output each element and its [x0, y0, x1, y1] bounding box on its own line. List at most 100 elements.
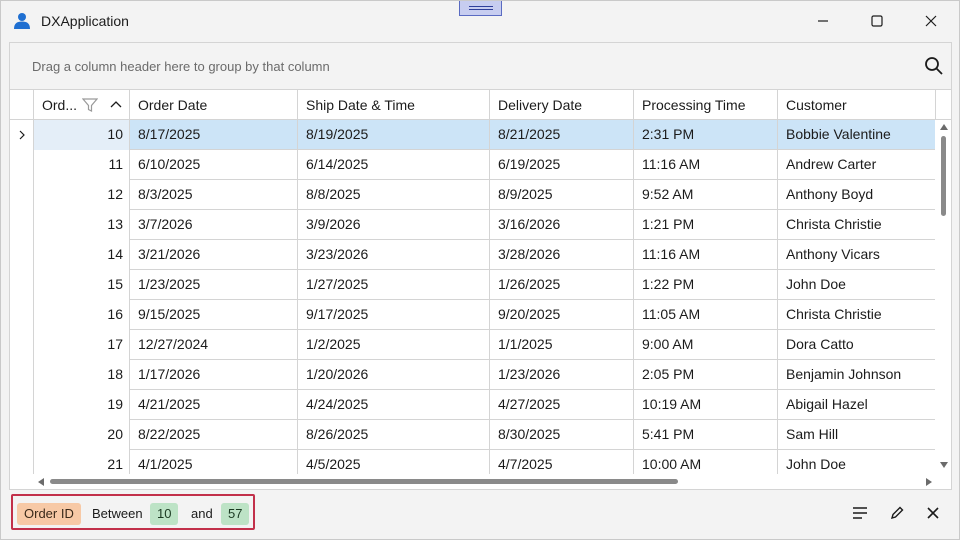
- vertical-scroll-thumb[interactable]: [941, 136, 946, 216]
- column-header-ship-date[interactable]: Ship Date & Time: [298, 90, 490, 120]
- row-indicator[interactable]: [10, 210, 34, 240]
- cell-processing-time[interactable]: 9:00 AM: [634, 330, 778, 360]
- cell-delivery-date[interactable]: 1/1/2025: [490, 330, 634, 360]
- cell-order-date[interactable]: 6/10/2025: [130, 150, 298, 180]
- table-row[interactable]: 17 12/27/2024 1/2/2025 1/1/2025 9:00 AM Dora …: [10, 330, 935, 360]
- row-indicator[interactable]: [10, 420, 34, 450]
- cell-order-id[interactable]: 21: [34, 450, 130, 474]
- cell-ship-date[interactable]: 9/17/2025: [298, 300, 490, 330]
- cell-ship-date[interactable]: 1/2/2025: [298, 330, 490, 360]
- cell-processing-time[interactable]: 5:41 PM: [634, 420, 778, 450]
- row-indicator[interactable]: [10, 240, 34, 270]
- cell-order-id[interactable]: 10: [34, 120, 130, 150]
- cell-processing-time[interactable]: 11:16 AM: [634, 150, 778, 180]
- cell-customer[interactable]: Anthony Boyd: [778, 180, 935, 210]
- cell-order-id[interactable]: 20: [34, 420, 130, 450]
- cell-order-date[interactable]: 4/1/2025: [130, 450, 298, 474]
- scroll-right-arrow[interactable]: [926, 478, 932, 486]
- cell-customer[interactable]: Sam Hill: [778, 420, 935, 450]
- cell-order-id[interactable]: 15: [34, 270, 130, 300]
- table-row[interactable]: 21 4/1/2025 4/5/2025 4/7/2025 10:00 AM John D…: [10, 450, 935, 474]
- table-row[interactable]: 18 1/17/2026 1/20/2026 1/23/2026 2:05 PM Benj…: [10, 360, 935, 390]
- column-header-processing-time[interactable]: Processing Time: [634, 90, 778, 120]
- column-header-order-date[interactable]: Order Date: [130, 90, 298, 120]
- cell-ship-date[interactable]: 8/19/2025: [298, 120, 490, 150]
- cell-delivery-date[interactable]: 8/21/2025: [490, 120, 634, 150]
- cell-order-id[interactable]: 19: [34, 390, 130, 420]
- cell-customer[interactable]: John Doe: [778, 270, 935, 300]
- cell-delivery-date[interactable]: 1/23/2026: [490, 360, 634, 390]
- row-indicator[interactable]: [10, 120, 34, 150]
- cell-order-date[interactable]: 8/17/2025: [130, 120, 298, 150]
- cell-order-id[interactable]: 16: [34, 300, 130, 330]
- cell-ship-date[interactable]: 1/20/2026: [298, 360, 490, 390]
- cell-processing-time[interactable]: 11:16 AM: [634, 240, 778, 270]
- cell-processing-time[interactable]: 1:22 PM: [634, 270, 778, 300]
- cell-delivery-date[interactable]: 6/19/2025: [490, 150, 634, 180]
- cell-order-date[interactable]: 3/7/2026: [130, 210, 298, 240]
- horizontal-scroll-thumb[interactable]: [50, 479, 678, 484]
- column-header-order-id[interactable]: Ord...: [34, 90, 130, 120]
- table-row[interactable]: 10 8/17/2025 8/19/2025 8/21/2025 2:31 PM Bobb…: [10, 120, 935, 150]
- cell-customer[interactable]: John Doe: [778, 450, 935, 474]
- filter-value-from-token[interactable]: 10: [150, 503, 179, 525]
- cell-processing-time[interactable]: 10:00 AM: [634, 450, 778, 474]
- row-indicator[interactable]: [10, 450, 34, 474]
- cell-delivery-date[interactable]: 4/7/2025: [490, 450, 634, 474]
- filter-icon[interactable]: [82, 97, 98, 113]
- cell-delivery-date[interactable]: 3/16/2026: [490, 210, 634, 240]
- cell-order-id[interactable]: 12: [34, 180, 130, 210]
- cell-order-date[interactable]: 8/3/2025: [130, 180, 298, 210]
- cell-ship-date[interactable]: 4/5/2025: [298, 450, 490, 474]
- minimize-button[interactable]: [796, 1, 850, 41]
- cell-order-date[interactable]: 1/17/2026: [130, 360, 298, 390]
- filter-menu-button[interactable]: [849, 502, 871, 524]
- clear-filter-button[interactable]: [922, 502, 944, 524]
- cell-ship-date[interactable]: 1/27/2025: [298, 270, 490, 300]
- row-indicator[interactable]: [10, 360, 34, 390]
- cell-processing-time[interactable]: 9:52 AM: [634, 180, 778, 210]
- cell-customer[interactable]: Andrew Carter: [778, 150, 935, 180]
- cell-order-id[interactable]: 14: [34, 240, 130, 270]
- cell-customer[interactable]: Benjamin Johnson: [778, 360, 935, 390]
- cell-order-date[interactable]: 3/21/2026: [130, 240, 298, 270]
- drag-handle[interactable]: [459, 1, 502, 16]
- title-bar[interactable]: DXApplication: [1, 1, 959, 41]
- cell-order-id[interactable]: 11: [34, 150, 130, 180]
- row-indicator[interactable]: [10, 270, 34, 300]
- cell-ship-date[interactable]: 8/8/2025: [298, 180, 490, 210]
- cell-processing-time[interactable]: 10:19 AM: [634, 390, 778, 420]
- cell-ship-date[interactable]: 4/24/2025: [298, 390, 490, 420]
- row-indicator[interactable]: [10, 180, 34, 210]
- cell-processing-time[interactable]: 2:31 PM: [634, 120, 778, 150]
- row-indicator[interactable]: [10, 390, 34, 420]
- cell-ship-date[interactable]: 3/9/2026: [298, 210, 490, 240]
- table-row[interactable]: 16 9/15/2025 9/17/2025 9/20/2025 11:05 AM Chr…: [10, 300, 935, 330]
- edit-filter-button[interactable]: [886, 502, 908, 524]
- table-row[interactable]: 13 3/7/2026 3/9/2026 3/16/2026 1:21 PM Christ…: [10, 210, 935, 240]
- cell-delivery-date[interactable]: 8/9/2025: [490, 180, 634, 210]
- table-row[interactable]: 11 6/10/2025 6/14/2025 6/19/2025 11:16 AM And…: [10, 150, 935, 180]
- cell-ship-date[interactable]: 3/23/2026: [298, 240, 490, 270]
- cell-delivery-date[interactable]: 8/30/2025: [490, 420, 634, 450]
- cell-delivery-date[interactable]: 9/20/2025: [490, 300, 634, 330]
- row-indicator[interactable]: [10, 330, 34, 360]
- cell-ship-date[interactable]: 6/14/2025: [298, 150, 490, 180]
- close-window-button[interactable]: [904, 1, 958, 41]
- vertical-scrollbar[interactable]: [937, 120, 951, 474]
- row-indicator[interactable]: [10, 150, 34, 180]
- cell-order-date[interactable]: 4/21/2025: [130, 390, 298, 420]
- search-icon[interactable]: [924, 56, 944, 76]
- cell-order-date[interactable]: 8/22/2025: [130, 420, 298, 450]
- filter-value-to-token[interactable]: 57: [221, 503, 250, 525]
- cell-processing-time[interactable]: 2:05 PM: [634, 360, 778, 390]
- maximize-button[interactable]: [850, 1, 904, 41]
- cell-ship-date[interactable]: 8/26/2025: [298, 420, 490, 450]
- cell-order-id[interactable]: 13: [34, 210, 130, 240]
- filter-operator-token[interactable]: Between: [85, 503, 150, 525]
- cell-order-date[interactable]: 12/27/2024: [130, 330, 298, 360]
- cell-order-date[interactable]: 9/15/2025: [130, 300, 298, 330]
- horizontal-scrollbar[interactable]: [34, 474, 937, 490]
- table-row[interactable]: 20 8/22/2025 8/26/2025 8/30/2025 5:41 PM Sam …: [10, 420, 935, 450]
- scroll-left-arrow[interactable]: [38, 478, 44, 486]
